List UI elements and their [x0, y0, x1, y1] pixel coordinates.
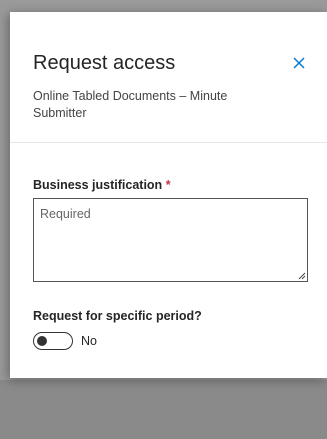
close-button[interactable]	[290, 54, 308, 72]
request-access-panel: Request access Online Tabled Documents –…	[10, 12, 327, 378]
panel-header: Request access Online Tabled Documents –…	[10, 12, 327, 143]
toggle-knob	[37, 336, 47, 346]
business-justification-label-text: Business justification	[33, 178, 163, 192]
required-marker: *	[165, 178, 171, 192]
specific-period-toggle[interactable]	[33, 332, 73, 350]
toggle-state-text: No	[81, 334, 97, 348]
business-justification-label: Business justification *	[33, 178, 171, 192]
resize-grip-icon[interactable]	[298, 272, 306, 280]
panel-subtitle: Online Tabled Documents – Minute Submitt…	[33, 89, 228, 120]
business-justification-input[interactable]	[33, 198, 308, 282]
specific-period-label: Request for specific period?	[33, 309, 202, 323]
close-icon	[293, 57, 305, 69]
panel-title: Request access	[33, 52, 176, 74]
